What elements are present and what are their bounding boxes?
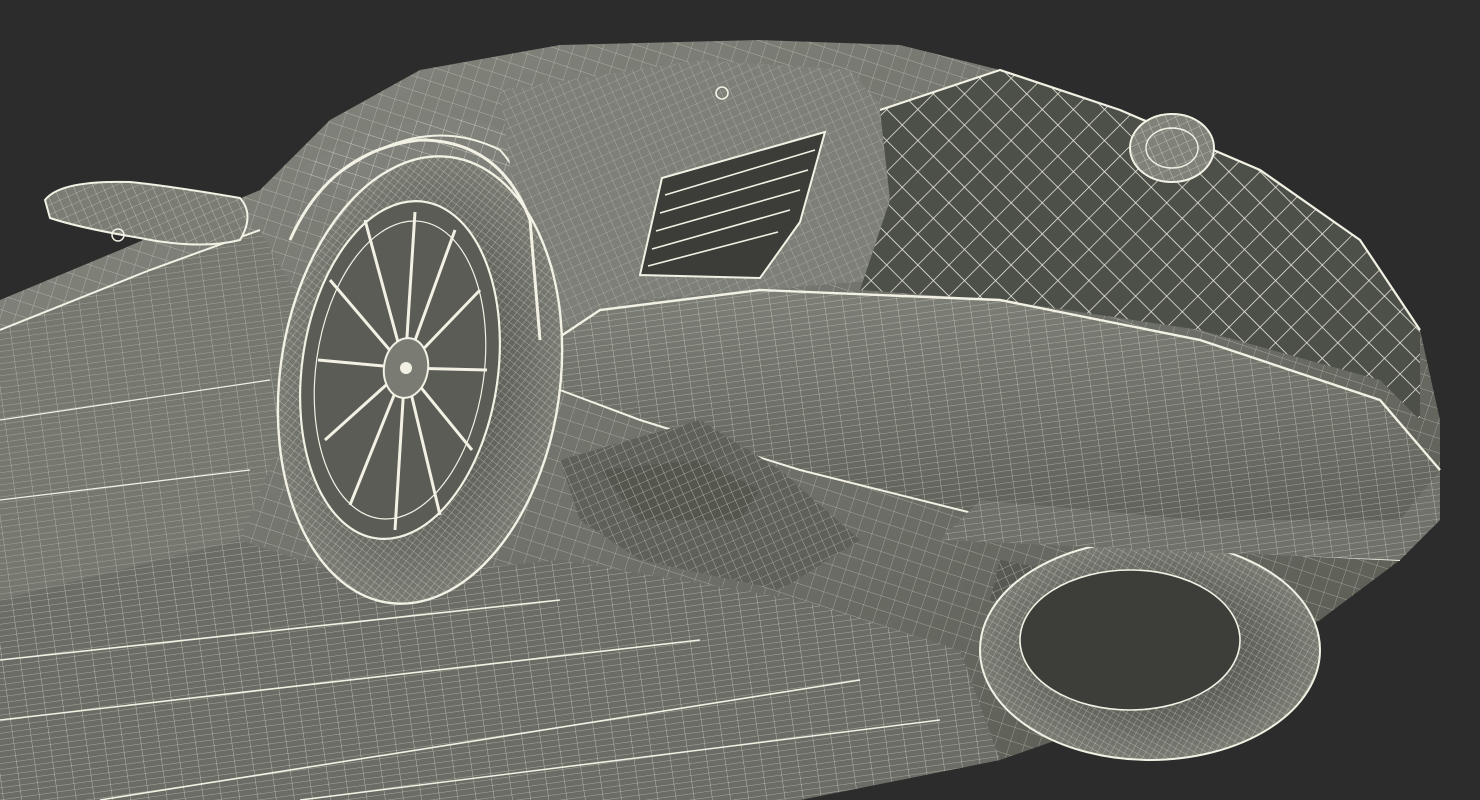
rear-wheel (979, 539, 1321, 761)
render-viewport (0, 0, 1480, 800)
front-emblem (1129, 113, 1215, 183)
wireframe-car-render (0, 0, 1480, 800)
